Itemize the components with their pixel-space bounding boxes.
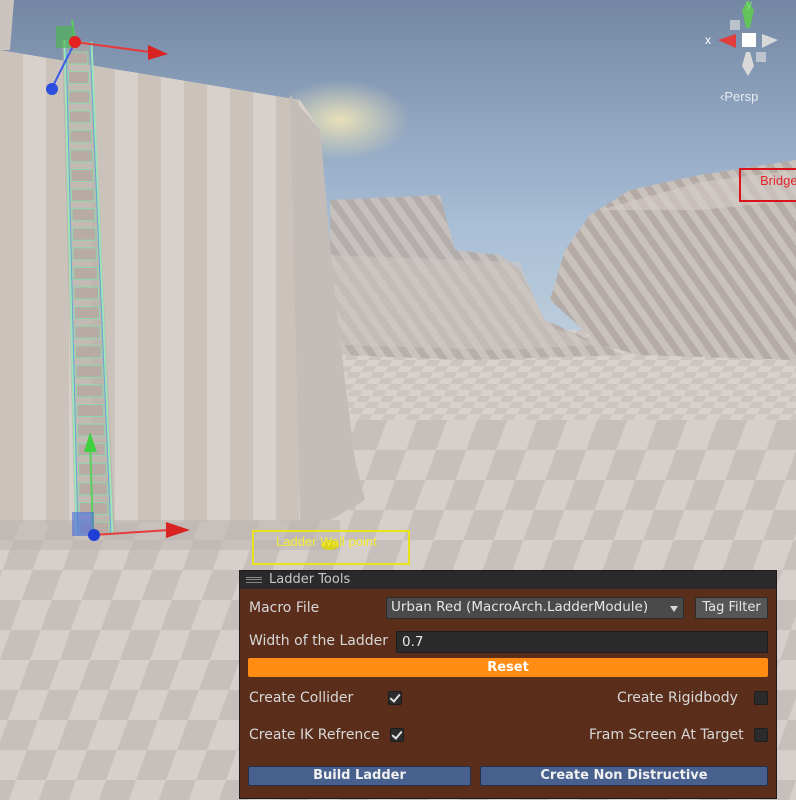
bridge-marker-label: Bridge <box>760 173 796 188</box>
width-label: Width of the Ladder <box>249 633 389 649</box>
drag-handle-icon[interactable] <box>246 577 262 583</box>
ladder-rung <box>77 423 106 437</box>
panel-header[interactable]: Ladder Tools <box>240 571 776 589</box>
create-rigidbody-checkbox[interactable] <box>754 691 768 705</box>
create-non-destructive-button[interactable]: Create Non Distructive <box>480 766 768 786</box>
reset-button[interactable]: Reset <box>248 658 768 677</box>
macro-file-dropdown[interactable]: Urban Red (MacroArch.LadderModule) <box>386 597 684 619</box>
tag-filter-button[interactable]: Tag Filter <box>695 597 768 619</box>
ladder-rung <box>76 384 104 398</box>
frame-screen-label: Fram Screen At Target <box>589 727 744 743</box>
perspective-label: Persp <box>724 89 759 104</box>
ladder-rung <box>68 90 91 104</box>
ladder-rung <box>70 149 93 163</box>
checkmark-icon <box>391 728 403 740</box>
ladder-rung <box>67 51 89 65</box>
ladder-rung <box>71 188 95 202</box>
ladder-rung <box>69 110 92 124</box>
ladder-rung <box>72 227 97 241</box>
axis-x-label: x <box>705 33 711 47</box>
ladder-rung <box>74 306 100 320</box>
create-rigidbody-label: Create Rigidbody <box>617 690 738 706</box>
build-ladder-button[interactable]: Build Ladder <box>248 766 471 786</box>
ladder-rung <box>72 247 98 261</box>
checkmark-icon <box>389 691 401 703</box>
ladder-rung <box>76 404 105 417</box>
ladder-tools-panel: Ladder Tools Macro File Urban Red (Macro… <box>239 570 777 799</box>
macro-file-value: Urban Red (MacroArch.LadderModule) <box>391 599 649 615</box>
ladder-rung <box>69 129 92 143</box>
axis-y-label: y <box>746 0 752 11</box>
create-collider-label: Create Collider <box>249 690 354 706</box>
ladder-rung <box>75 345 102 359</box>
width-input[interactable]: 0.7 <box>396 631 768 653</box>
panel-title: Ladder Tools <box>269 572 351 587</box>
dropdown-arrow-icon <box>670 606 678 612</box>
perspective-toggle[interactable]: ‹Persp <box>720 89 758 104</box>
create-collider-checkbox[interactable] <box>388 691 402 705</box>
ladder-rung <box>78 462 107 476</box>
ladder-rung <box>68 71 90 85</box>
ladder-wall-point-label: Ladder Wall point <box>276 534 377 549</box>
macro-file-label: Macro File <box>249 600 320 616</box>
ladder-rung <box>78 482 108 496</box>
ladder-rung <box>73 266 99 280</box>
create-ik-label: Create IK Refrence <box>249 727 380 743</box>
create-ik-checkbox[interactable] <box>390 728 404 742</box>
ladder-rung <box>75 364 103 378</box>
ladder-rung <box>73 286 99 300</box>
ladder-rung <box>74 325 101 339</box>
ladder-rung <box>71 208 96 222</box>
frame-screen-checkbox[interactable] <box>754 728 768 742</box>
ladder-rung <box>70 169 94 182</box>
